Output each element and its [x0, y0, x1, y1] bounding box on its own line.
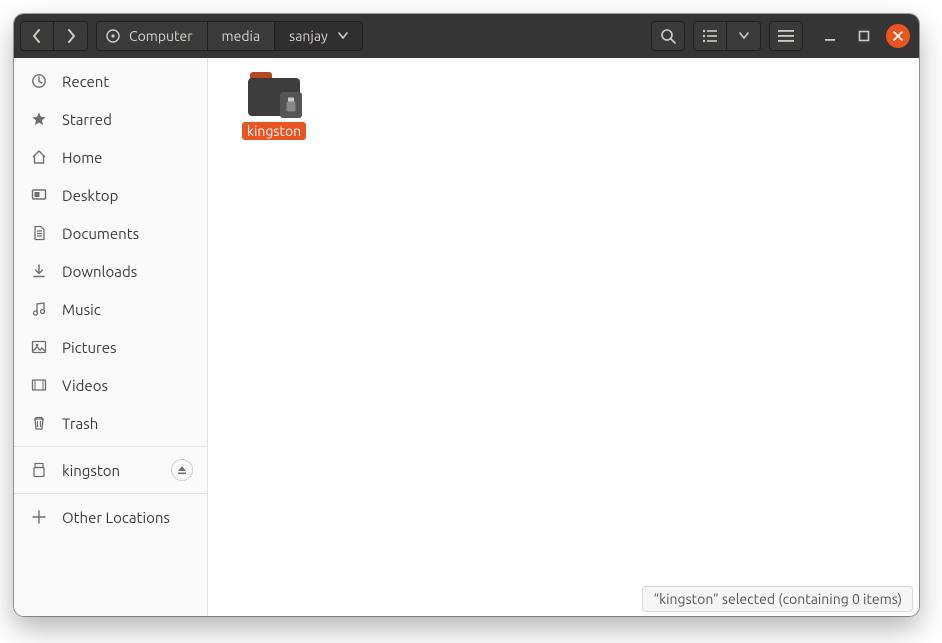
sidebar-item-music[interactable]: Music: [14, 290, 207, 328]
forward-button[interactable]: [54, 21, 88, 51]
documents-icon: [28, 225, 50, 241]
content-area[interactable]: kingston “kingston” selected (containing…: [208, 58, 919, 616]
sidebar-item-kingston[interactable]: kingston: [14, 451, 207, 489]
sidebar-item-label: Videos: [62, 377, 108, 394]
view-button-group: [693, 21, 761, 51]
file-manager-window: Computer media sanjay: [14, 14, 919, 616]
window-close-button[interactable]: [883, 21, 913, 51]
sidebar-item-downloads[interactable]: Downloads: [14, 252, 207, 290]
list-view-icon: [702, 29, 718, 43]
hamburger-menu-button[interactable]: [769, 21, 803, 51]
chevron-left-icon: [32, 29, 42, 43]
chevron-down-icon: [739, 32, 749, 40]
usb-drive-icon: [28, 462, 50, 478]
downloads-icon: [28, 263, 50, 279]
sidebar-item-home[interactable]: Home: [14, 138, 207, 176]
sidebar-item-label: Desktop: [62, 187, 118, 204]
view-options-button[interactable]: [727, 21, 761, 51]
search-icon: [660, 28, 676, 44]
nav-button-group: [20, 21, 88, 51]
status-text: “kingston” selected (containing 0 items): [653, 591, 902, 607]
clock-icon: [28, 73, 50, 89]
sidebar-item-label: Downloads: [62, 263, 137, 280]
path-bar: Computer media sanjay: [96, 21, 363, 51]
sidebar: Recent Starred Home Desktop: [14, 58, 208, 616]
body: Recent Starred Home Desktop: [14, 58, 919, 616]
window-maximize-button[interactable]: [849, 21, 879, 51]
sidebar-separator: [14, 493, 207, 494]
window-minimize-button[interactable]: [815, 21, 845, 51]
chevron-right-icon: [66, 29, 76, 43]
folder-item-label: kingston: [242, 122, 306, 140]
pictures-icon: [28, 339, 50, 355]
status-bar: “kingston” selected (containing 0 items): [642, 586, 913, 612]
path-segment-computer[interactable]: Computer: [96, 21, 208, 51]
close-icon: [886, 24, 910, 48]
sidebar-item-pictures[interactable]: Pictures: [14, 328, 207, 366]
usb-folder-icon: [248, 72, 300, 116]
sidebar-item-label: Documents: [62, 225, 139, 242]
hamburger-icon: [778, 30, 794, 42]
videos-icon: [28, 377, 50, 393]
plus-icon: [28, 510, 50, 524]
sidebar-item-documents[interactable]: Documents: [14, 214, 207, 252]
path-segment-media[interactable]: media: [208, 21, 276, 51]
sidebar-item-label: Trash: [62, 415, 98, 432]
back-button[interactable]: [20, 21, 54, 51]
desktop-icon: [28, 187, 50, 203]
sidebar-item-label: Other Locations: [62, 509, 170, 526]
maximize-icon: [858, 30, 870, 42]
sidebar-item-starred[interactable]: Starred: [14, 100, 207, 138]
path-segment-sanjay[interactable]: sanjay: [275, 21, 363, 51]
disk-icon: [105, 28, 121, 44]
list-view-button[interactable]: [693, 21, 727, 51]
sidebar-separator: [14, 446, 207, 447]
path-segment-label: media: [222, 28, 261, 44]
sidebar-item-label: kingston: [62, 462, 120, 479]
path-segment-label: Computer: [129, 28, 193, 44]
icon-grid: kingston: [208, 58, 919, 154]
sidebar-item-videos[interactable]: Videos: [14, 366, 207, 404]
chevron-down-icon: [338, 32, 348, 40]
sidebar-item-label: Pictures: [62, 339, 117, 356]
sidebar-item-recent[interactable]: Recent: [14, 62, 207, 100]
sidebar-item-label: Starred: [62, 111, 112, 128]
eject-icon: [177, 465, 187, 475]
eject-button[interactable]: [171, 459, 193, 481]
sidebar-item-label: Music: [62, 301, 101, 318]
music-icon: [28, 301, 50, 317]
sidebar-item-trash[interactable]: Trash: [14, 404, 207, 442]
search-button[interactable]: [651, 21, 685, 51]
sidebar-item-label: Home: [62, 149, 102, 166]
path-segment-label: sanjay: [289, 28, 328, 44]
folder-item-kingston[interactable]: kingston: [234, 72, 314, 140]
minimize-icon: [824, 30, 836, 42]
star-icon: [28, 111, 50, 127]
trash-icon: [28, 415, 50, 431]
sidebar-item-other-locations[interactable]: Other Locations: [14, 498, 207, 536]
home-icon: [28, 149, 50, 165]
titlebar: Computer media sanjay: [14, 14, 919, 58]
sidebar-item-desktop[interactable]: Desktop: [14, 176, 207, 214]
sidebar-item-label: Recent: [62, 73, 109, 90]
